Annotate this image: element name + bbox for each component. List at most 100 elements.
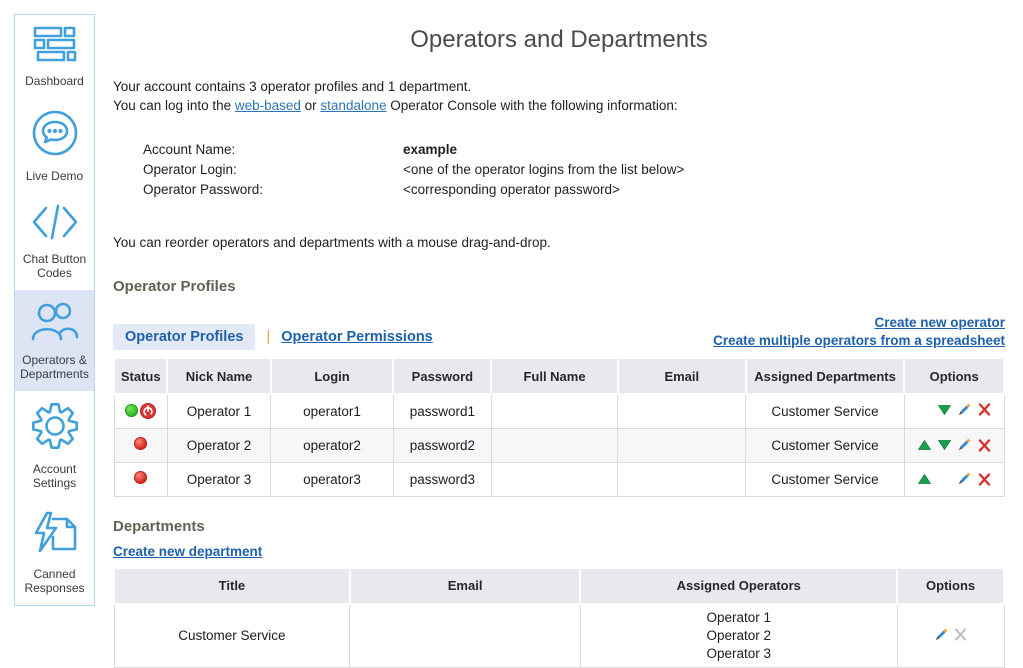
tab-operator-profiles[interactable]: Operator Profiles [113, 324, 255, 350]
people-icon [29, 301, 81, 346]
tab-separator: | [266, 329, 270, 345]
edit-operator-icon[interactable] [954, 436, 974, 454]
operator-row[interactable]: Operator 1 operator1 password1 Customer … [114, 394, 1004, 428]
email-cell [618, 394, 746, 428]
power-toggle-icon[interactable] [140, 403, 156, 419]
full-name-cell [491, 428, 617, 462]
sidebar-item-label: Dashboard [25, 74, 84, 88]
page-title: Operators and Departments [113, 26, 1005, 54]
edit-operator-icon[interactable] [954, 401, 974, 419]
operator-password-value: <corresponding operator password> [403, 180, 620, 200]
full-name-cell [491, 462, 617, 496]
operators-header-row: Status Nick Name Login Password Full Nam… [114, 358, 1004, 394]
login-cell: operator2 [271, 428, 394, 462]
sidebar-item-label: Live Demo [26, 169, 83, 183]
delete-department-disabled-icon [951, 626, 971, 644]
empty-slot [934, 470, 954, 488]
departments-cell: Customer Service [746, 462, 904, 496]
operators-table: Status Nick Name Login Password Full Nam… [113, 357, 1005, 497]
move-up-icon[interactable] [914, 436, 934, 454]
operator-row[interactable]: Operator 3 operator3 password3 Customer … [114, 462, 1004, 496]
status-offline-icon [134, 471, 147, 484]
col-options: Options [897, 568, 1004, 604]
create-new-operator-link[interactable]: Create new operator [874, 315, 1005, 330]
dashboard-icon [33, 26, 77, 67]
assigned-operators-cell: Operator 1 Operator 2 Operator 3 [580, 604, 897, 668]
canned-responses-icon [31, 511, 79, 560]
full-name-cell [491, 394, 617, 428]
operator-row[interactable]: Operator 2 operator2 password2 Customer … [114, 428, 1004, 462]
sidebar-item-operators-departments[interactable]: Operators & Departments [15, 290, 94, 391]
reorder-note: You can reorder operators and department… [113, 235, 1005, 250]
email-cell [618, 462, 746, 496]
col-password: Password [393, 358, 491, 394]
main-content: Operators and Departments Your account c… [113, 14, 1005, 668]
col-status: Status [114, 358, 167, 394]
sidebar-item-label: Chat Button Codes [18, 252, 91, 280]
intro-text: Your account contains 3 operator profile… [113, 78, 1005, 115]
email-cell [618, 428, 746, 462]
live-demo-icon [31, 109, 79, 162]
account-name-label: Account Name: [143, 140, 403, 160]
password-cell: password1 [393, 394, 491, 428]
status-offline-icon [134, 437, 147, 450]
edit-operator-icon[interactable] [954, 470, 974, 488]
move-down-icon[interactable] [934, 436, 954, 454]
col-full-name: Full Name [491, 358, 617, 394]
sidebar-item-account-settings[interactable]: Account Settings [15, 391, 94, 500]
credential-row: Operator Password: <corresponding operat… [143, 180, 1005, 200]
sidebar-item-label: Operators & Departments [18, 353, 91, 381]
department-email-cell [350, 604, 581, 668]
departments-cell: Customer Service [746, 394, 904, 428]
sidebar-item-chat-button-codes[interactable]: Chat Button Codes [15, 193, 94, 290]
nick-name-cell: Operator 1 [167, 394, 270, 428]
create-links: Create new operator Create multiple oper… [713, 314, 1005, 350]
operators-toolbar: Operator Profiles | Operator Permissions… [113, 314, 1005, 350]
sidebar-item-dashboard[interactable]: Dashboard [15, 15, 94, 98]
sidebar-item-live-demo[interactable]: Live Demo [15, 98, 94, 193]
col-title: Title [114, 568, 350, 604]
intro-line-1: Your account contains 3 operator profile… [113, 78, 1005, 97]
credential-row: Account Name: example [143, 140, 1005, 160]
credentials-block: Account Name: example Operator Login: <o… [143, 140, 1005, 200]
credential-row: Operator Login: <one of the operator log… [143, 160, 1005, 180]
departments-heading: Departments [113, 518, 1005, 535]
col-options: Options [904, 358, 1004, 394]
standalone-link[interactable]: standalone [320, 98, 386, 113]
code-icon [31, 204, 79, 245]
delete-operator-icon[interactable] [974, 436, 994, 454]
col-nick-name: Nick Name [167, 358, 270, 394]
col-login: Login [271, 358, 394, 394]
password-cell: password2 [393, 428, 491, 462]
edit-department-icon[interactable] [931, 626, 951, 644]
sidebar-item-label: Canned Responses [18, 567, 91, 595]
department-title-cell: Customer Service [114, 604, 350, 668]
departments-table: Title Email Assigned Operators Options C… [113, 567, 1005, 668]
move-up-icon[interactable] [914, 470, 934, 488]
web-based-link[interactable]: web-based [235, 98, 301, 113]
login-cell: operator1 [271, 394, 394, 428]
col-email: Email [618, 358, 746, 394]
status-online-icon [125, 404, 138, 417]
operator-profiles-heading: Operator Profiles [113, 278, 1005, 295]
department-row[interactable]: Customer Service Operator 1 Operator 2 O… [114, 604, 1004, 668]
intro-line-2: You can log into the web-based or standa… [113, 97, 1005, 116]
sidebar-item-canned-responses[interactable]: Canned Responses [15, 500, 94, 605]
operator-login-label: Operator Login: [143, 160, 403, 180]
col-assigned-operators: Assigned Operators [580, 568, 897, 604]
delete-operator-icon[interactable] [974, 401, 994, 419]
create-new-department-link[interactable]: Create new department [113, 544, 262, 559]
account-name-value: example [403, 140, 457, 160]
tab-operator-permissions[interactable]: Operator Permissions [281, 329, 433, 345]
sidebar: Dashboard Live Demo Chat Button Codes [14, 14, 95, 606]
delete-operator-icon[interactable] [974, 470, 994, 488]
login-cell: operator3 [271, 462, 394, 496]
col-email: Email [350, 568, 581, 604]
move-down-icon[interactable] [934, 401, 954, 419]
create-multiple-operators-link[interactable]: Create multiple operators from a spreads… [713, 333, 1005, 348]
sidebar-item-label: Account Settings [18, 462, 91, 490]
nick-name-cell: Operator 2 [167, 428, 270, 462]
departments-header-row: Title Email Assigned Operators Options [114, 568, 1004, 604]
departments-cell: Customer Service [746, 428, 904, 462]
empty-slot [914, 401, 934, 419]
